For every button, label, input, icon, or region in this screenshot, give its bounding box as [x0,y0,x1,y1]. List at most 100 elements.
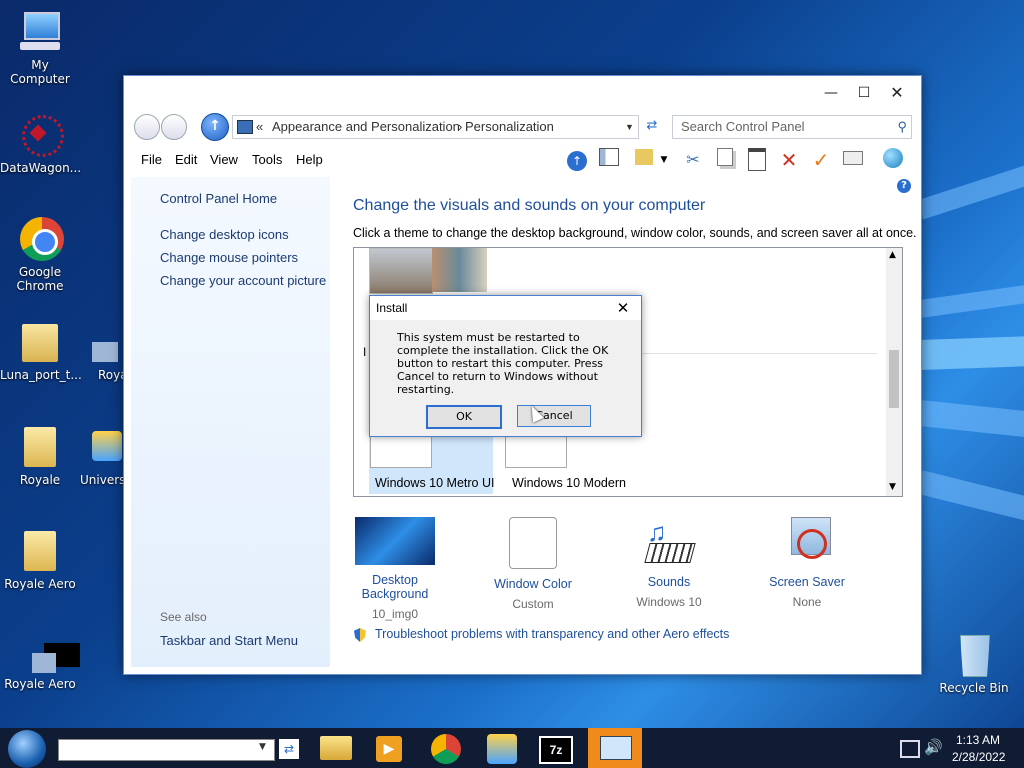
taskbar-start-menu-link[interactable]: Taskbar and Start Menu [160,633,298,648]
theme-list-scrollbar[interactable]: ▲ ▼ [886,248,902,496]
screen-saver-value: None [792,595,822,609]
up-arrow-icon[interactable]: ↑ [201,113,229,141]
ok-button[interactable]: OK [426,405,502,429]
taskbar-refresh-icon[interactable]: ⇄ [279,739,299,759]
up-folder-icon[interactable]: ↑ [565,148,589,172]
address-bar[interactable]: « Appearance and Personalization › Perso… [232,115,639,139]
globe-icon[interactable] [881,148,905,172]
panes-icon[interactable] [597,148,621,172]
personalization-taskbar-icon[interactable] [483,732,523,764]
start-button[interactable] [8,730,46,768]
control-panel-taskbar-button[interactable] [588,728,642,768]
menu-help[interactable]: Help [296,152,323,167]
dialog-message: This system must be restarted to complet… [397,331,609,396]
desktop-icon-my-computer[interactable]: My Computer [0,10,80,86]
wallpaper-ray [916,138,1024,220]
maximize-button[interactable]: ☐ [847,76,881,110]
rename-icon[interactable] [841,148,865,172]
explorer-icon[interactable] [316,732,356,764]
breadcrumb-separator: › [458,119,463,134]
see-also-heading: See also [160,610,207,624]
dialog-title: Install [376,301,408,315]
desktop-icon-google-chrome[interactable]: Google Chrome [0,217,80,293]
chrome-taskbar-icon[interactable] [427,732,467,764]
window-color-link[interactable]: Window Color [478,577,588,591]
control-panel-icon [237,120,253,134]
clock-date[interactable]: 2/28/2022 [952,750,1005,764]
scroll-thumb[interactable] [889,350,899,408]
address-overflow[interactable]: « [256,116,263,138]
change-mouse-pointers-link[interactable]: Change mouse pointers [160,250,298,265]
taskbar-search-input[interactable]: ▼ [58,739,275,761]
window-color-item[interactable]: Window Color Custom [478,517,588,611]
forward-button[interactable] [161,114,187,140]
desktop-icon-datawagon[interactable]: DataWagon... [0,113,81,175]
desktop-icon-royale[interactable]: Royale [0,425,80,487]
sounds-link[interactable]: Sounds [614,575,724,589]
chevron-down-icon[interactable]: ▼ [625,116,634,138]
menu-edit[interactable]: Edit [175,152,197,167]
delete-icon[interactable]: ✕ [777,148,801,172]
media-player-icon[interactable]: ▶ [368,732,408,764]
cut-icon[interactable]: ✂ [681,148,705,172]
theme-thumbnail-preview[interactable] [369,248,433,294]
close-button[interactable]: ✕ [880,76,914,110]
royale-icon [92,334,122,364]
desktop-icon-luna-port[interactable]: Luna_port_t... [0,320,82,382]
menu-bar: File Edit View Tools Help ↑ ▼ ✂ ✕ ✓ [124,144,921,176]
menu-tools[interactable]: Tools [252,152,282,167]
scroll-down-arrow[interactable]: ▼ [889,482,896,492]
page-title: Change the visuals and sounds on your co… [353,197,706,214]
folder-options-icon[interactable] [632,148,656,172]
network-icon[interactable] [900,740,920,758]
sounds-icon: ♫ [629,517,709,567]
properties-check-icon[interactable]: ✓ [809,148,833,172]
recycle-bin-icon [952,633,996,677]
desktop-background-link[interactable]: Desktop Background [340,573,450,601]
minimize-button[interactable]: — [814,76,848,110]
copy-icon[interactable] [713,148,737,172]
chevron-down-icon[interactable]: ▼ [657,148,671,172]
desktop-icon-universal-partial[interactable]: Univers [80,425,126,487]
menu-file[interactable]: File [141,152,162,167]
clock-time[interactable]: 1:13 AM [956,733,1000,747]
scroll-up-arrow[interactable]: ▲ [889,250,896,260]
dialog-titlebar[interactable]: Install ✕ [370,296,641,320]
desktop-background-item[interactable]: Desktop Background 10_img0 [340,517,450,621]
breadcrumb-appearance[interactable]: Appearance and Personalization [272,116,460,138]
change-account-picture-link[interactable]: Change your account picture [160,273,326,288]
troubleshoot-link[interactable]: Troubleshoot problems with transparency … [375,627,729,641]
universal-theme-icon [90,425,126,469]
7zip-icon[interactable]: 7z [535,732,575,764]
page-description: Click a theme to change the desktop back… [353,226,917,240]
navigation-bar: ↑ « Appearance and Personalization › Per… [124,110,921,144]
wallpaper-ray [919,333,1024,370]
desktop-icon-royale-partial[interactable]: Roya [82,334,128,382]
search-input[interactable]: Search Control Panel ⚲ [672,115,912,139]
screen-saver-item[interactable]: Screen Saver None [752,517,862,609]
chevron-down-icon[interactable]: ▼ [259,742,266,752]
desktop-icon-royale-aero-2[interactable]: Royale Aero [0,643,80,691]
desktop-icon-royale-aero-1[interactable]: Royale Aero [0,529,80,591]
menu-view[interactable]: View [210,152,238,167]
wallpaper-ray [917,470,1024,543]
search-icon[interactable]: ⚲ [897,116,907,138]
royale-aero-icon [18,643,80,673]
window-color-value: Custom [512,597,554,611]
refresh-icon[interactable]: ⇄ [642,118,662,136]
control-panel-home-link[interactable]: Control Panel Home [160,191,277,206]
screen-saver-link[interactable]: Screen Saver [752,575,862,589]
sounds-item[interactable]: ♫ Sounds Windows 10 [614,517,724,609]
breadcrumb-personalization[interactable]: Personalization [465,116,554,138]
back-button[interactable] [134,114,160,140]
left-task-pane: Control Panel Home Change desktop icons … [131,177,330,667]
window-titlebar[interactable]: — ☐ ✕ [124,76,921,110]
desktop-icon-recycle-bin[interactable]: Recycle Bin [934,633,1014,695]
paste-icon[interactable] [745,148,769,172]
change-desktop-icons-link[interactable]: Change desktop icons [160,227,289,242]
volume-icon[interactable]: 🔊 [924,738,943,756]
dialog-close-button[interactable]: ✕ [612,297,634,319]
control-panel-icon [600,736,632,760]
datawagon-icon [18,113,64,157]
desktop-background-thumbnail [355,517,435,565]
